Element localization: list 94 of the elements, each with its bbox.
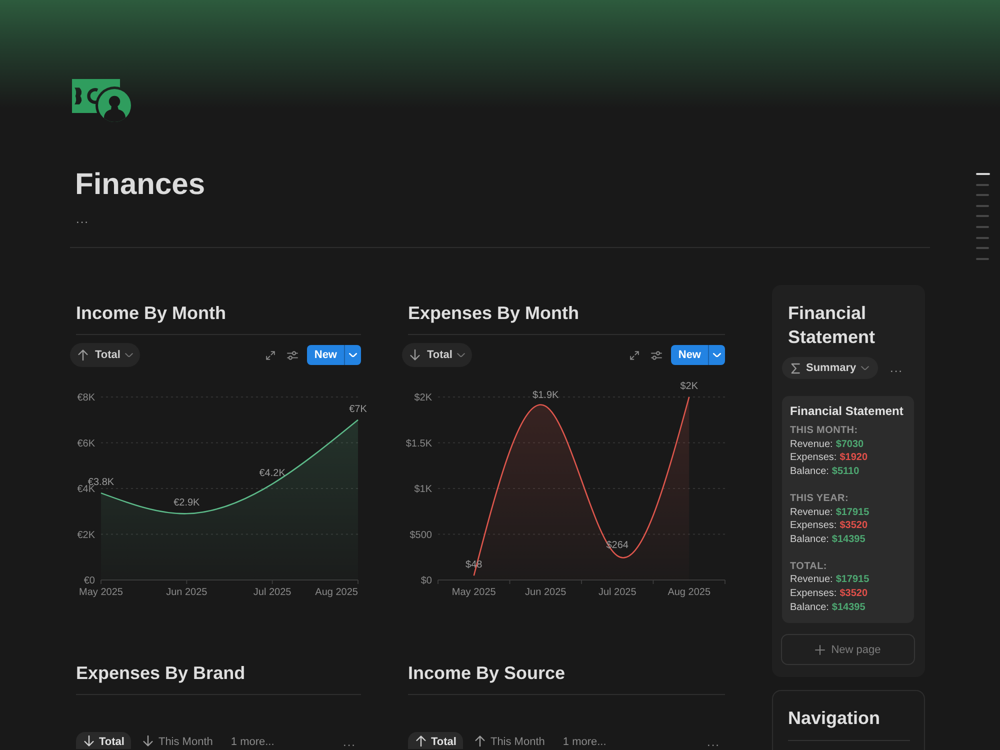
summary-label: Balance: [790,534,829,545]
new-button[interactable]: New [671,345,708,365]
axis-label: Jul 2025 [598,587,636,598]
new-dropdown-button[interactable] [708,345,725,365]
money-icon [72,79,131,122]
axis-label: €0 [84,576,95,586]
axis-label: $500 [410,530,432,541]
summary-amount: $14395 [832,602,866,613]
summary-amount: $14395 [832,534,866,545]
axis-label: $0 [420,576,432,586]
axis-label: €6K [77,438,95,450]
outline-marker[interactable] [976,215,989,218]
outline-marker[interactable] [976,258,989,260]
summary-label: Expenses: [790,520,837,532]
arrow-up-icon [474,735,486,747]
page-title: Finances [75,167,206,203]
data-label: $2K [680,381,698,392]
arrow-down-icon [142,735,154,747]
new-page-button[interactable]: New page [781,634,915,666]
outline-marker[interactable] [976,226,989,228]
section-heading: Expenses By Brand [76,662,246,685]
sliders-icon[interactable] [651,350,662,360]
axis-label: Aug 2025 [668,587,711,598]
axis-label: €2K [77,530,95,541]
summary-amount: $1920 [840,452,868,464]
summary-label: Revenue: [790,506,833,518]
summary-amount: $17915 [836,506,870,518]
more-button[interactable]: ... [890,361,903,375]
outline-marker[interactable] [976,173,990,175]
data-label: €7K [349,404,367,415]
new-button[interactable]: New [307,345,344,365]
view-selector[interactable]: Summary [782,357,878,379]
view-selector[interactable]: Total [402,343,472,367]
section-heading: Expenses By Month [408,302,580,325]
arrow-up-icon [77,349,89,361]
chevron-icon [349,352,357,358]
axis-label: Aug 2025 [315,587,358,598]
panel-title: Financial Statement [788,302,876,349]
view-tab[interactable]: This Month [135,732,220,749]
summary-label: Expenses: [790,588,837,600]
section-heading: Income By Month [76,302,228,325]
chevron-icon [457,352,466,358]
view-tab[interactable]: 1 more... [556,732,614,749]
axis-label: Jun 2025 [166,587,208,598]
axis-label: $2K [414,392,432,404]
summary-label: Revenue: [790,574,833,586]
sliders-icon[interactable] [287,350,298,360]
summary-label: Balance: [790,466,829,478]
plus-icon [815,644,826,655]
more-button[interactable]: ... [342,732,356,750]
view-tab[interactable]: Total [408,732,464,749]
summary-amount: $5110 [832,466,860,478]
outline-marker[interactable] [976,247,989,250]
view-tab[interactable]: 1 more... [224,732,282,749]
group-heading: THIS MONTH: [790,424,859,438]
axis-label: Jul 2025 [253,587,292,598]
outline-marker[interactable] [976,204,989,207]
outline-marker[interactable] [976,194,989,196]
group-heading: THIS YEAR: [790,492,850,506]
arrow-up-icon [415,735,427,747]
summary-amount: $17915 [836,574,870,586]
view-tab[interactable]: Total [76,732,132,749]
axis-label: $1K [414,484,432,495]
sigma-icon [791,362,800,374]
panel-title: Navigation [788,707,882,730]
page-menu-button[interactable]: ... [76,211,90,227]
arrow-down-icon [409,349,421,361]
summary-label: Expenses: [790,452,837,464]
data-label: $1.9K [532,390,559,402]
summary-amount: $3520 [840,520,868,532]
card-title: Financial Statement [790,403,904,419]
axis-label: May 2025 [79,587,123,598]
view-selector[interactable]: Total [70,343,140,367]
view-tab[interactable]: This Month [467,732,552,749]
more-button[interactable]: ... [706,732,720,750]
outline-marker[interactable] [976,184,989,186]
outline-marker[interactable] [976,236,989,239]
expand-icon[interactable] [266,350,276,360]
chevron-icon [125,352,134,358]
new-dropdown-button[interactable] [344,345,361,365]
summary-amount: $3520 [840,588,868,600]
chevron-icon [713,352,721,358]
summary-label: Revenue: [790,438,833,450]
axis-label: €8K [77,392,95,404]
axis-label: May 2025 [452,587,496,598]
summary-label: Balance: [790,602,829,613]
summary-amount: $7030 [836,438,864,450]
axis-label: $1.5K [406,438,432,450]
axis-label: Jun 2025 [525,587,566,598]
group-heading: TOTAL: [790,560,828,574]
expand-icon[interactable] [630,350,640,360]
chevron-icon [861,366,870,370]
arrow-down-icon [83,735,95,747]
section-heading: Income By Source [408,662,566,685]
